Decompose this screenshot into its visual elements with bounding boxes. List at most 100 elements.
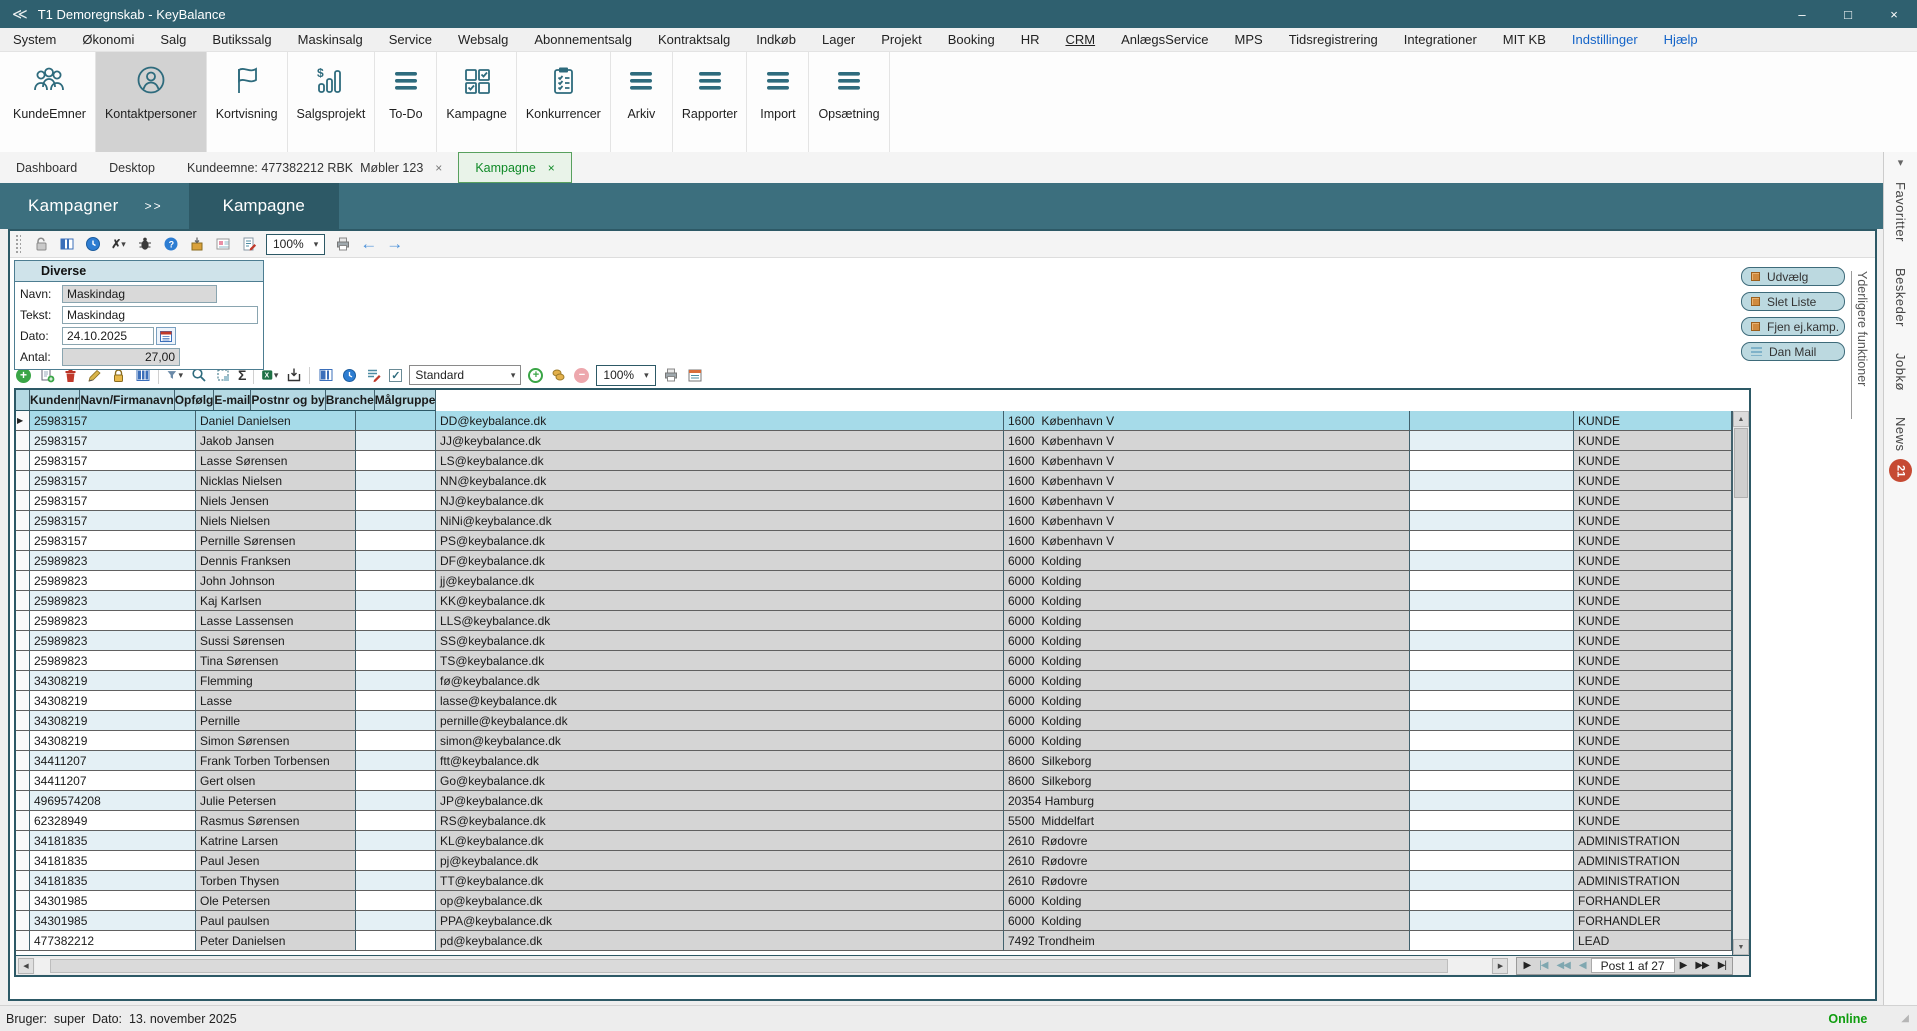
cell-kundenr[interactable]: 34411207 xyxy=(30,771,196,791)
cell-navn[interactable]: Julie Petersen xyxy=(196,791,356,811)
cell-postnr[interactable]: 7492 Trondheim xyxy=(1004,931,1410,951)
ribbon-item-kortvisning[interactable]: Kortvisning xyxy=(207,52,288,152)
cell-kundenr[interactable]: 25989823 xyxy=(30,631,196,651)
table-row[interactable]: ▶ 34181835 Paul Jesen pj@keybalance.dk 2… xyxy=(16,851,1732,871)
side-panel-tab[interactable]: Jobkø xyxy=(1893,353,1908,391)
horizontal-scrollbar[interactable] xyxy=(35,958,1491,974)
columns-compact-icon[interactable] xyxy=(317,367,334,384)
table-row[interactable]: ▶ 477382212 Peter Danielsen pd@keybalanc… xyxy=(16,931,1732,951)
cell-kundenr[interactable]: 25983157 xyxy=(30,511,196,531)
records-coins-icon[interactable] xyxy=(550,367,567,384)
columns-icon[interactable] xyxy=(58,236,75,253)
close-icon[interactable]: × xyxy=(548,161,555,175)
cell-navn[interactable]: John Johnson xyxy=(196,571,356,591)
cell-kundenr[interactable]: 34301985 xyxy=(30,891,196,911)
refresh-clock-icon[interactable] xyxy=(341,367,358,384)
toolbar-grip-handle[interactable] xyxy=(15,234,21,254)
cell-postnr[interactable]: 6000 Kolding xyxy=(1004,911,1410,931)
cell-email[interactable]: LLS@keybalance.dk xyxy=(436,611,1004,631)
row-selector[interactable]: ▶ xyxy=(16,791,30,811)
cell-kundenr[interactable]: 4969574208 xyxy=(30,791,196,811)
cell-opfolg[interactable] xyxy=(356,591,436,611)
cell-kundenr[interactable]: 34308219 xyxy=(30,711,196,731)
badge-card-icon[interactable] xyxy=(214,236,231,253)
close-icon[interactable]: × xyxy=(435,161,442,175)
menu-item[interactable]: Abonnementsalg xyxy=(521,28,645,51)
cell-postnr[interactable]: 1600 København V xyxy=(1004,431,1410,451)
cell-opfolg[interactable] xyxy=(356,631,436,651)
ribbon-item-kontaktpersoner[interactable]: Kontaktpersoner xyxy=(96,52,207,152)
cell-kundenr[interactable]: 34301985 xyxy=(30,911,196,931)
row-selector[interactable]: ▶ xyxy=(16,671,30,691)
column-header[interactable]: Kundenr xyxy=(30,390,80,411)
cell-maalgruppe[interactable]: KUNDE xyxy=(1574,511,1732,531)
cell-email[interactable]: DF@keybalance.dk xyxy=(436,551,1004,571)
grid-zoom-select[interactable]: 100% ▾ xyxy=(596,365,655,386)
cell-maalgruppe[interactable]: KUNDE xyxy=(1574,631,1732,651)
cell-branche[interactable] xyxy=(1410,431,1574,451)
ribbon-item-kampagne[interactable]: Kampagne xyxy=(437,52,516,152)
cell-opfolg[interactable] xyxy=(356,791,436,811)
cell-branche[interactable] xyxy=(1410,591,1574,611)
tab-kundeemne[interactable]: Kundeemne: 477382212 RBK Møbler 123 × xyxy=(171,152,458,183)
row-selector[interactable]: ▶ xyxy=(16,711,30,731)
column-header[interactable]: Navn/Firmanavn xyxy=(80,390,174,411)
cell-branche[interactable] xyxy=(1410,671,1574,691)
row-selector[interactable]: ▶ xyxy=(16,551,30,571)
cell-maalgruppe[interactable]: KUNDE xyxy=(1574,411,1732,431)
cell-email[interactable]: TT@keybalance.dk xyxy=(436,871,1004,891)
ribbon-item-import[interactable]: Import xyxy=(747,52,809,152)
archive-box-icon[interactable] xyxy=(188,236,205,253)
cell-email[interactable]: pernille@keybalance.dk xyxy=(436,711,1004,731)
cell-postnr[interactable]: 6000 Kolding xyxy=(1004,731,1410,751)
cell-maalgruppe[interactable]: KUNDE xyxy=(1574,711,1732,731)
row-selector[interactable]: ▶ xyxy=(16,871,30,891)
cell-branche[interactable] xyxy=(1410,771,1574,791)
cell-kundenr[interactable]: 34411207 xyxy=(30,751,196,771)
cell-postnr[interactable]: 5500 Middelfart xyxy=(1004,811,1410,831)
table-row[interactable]: ▶ 25983157 Niels Nielsen NiNi@keybalance… xyxy=(16,511,1732,531)
cell-opfolg[interactable] xyxy=(356,691,436,711)
export-box-icon[interactable] xyxy=(285,367,302,384)
cell-opfolg[interactable] xyxy=(356,811,436,831)
tekst-field[interactable]: Maskindag xyxy=(62,306,258,324)
cell-maalgruppe[interactable]: KUNDE xyxy=(1574,691,1732,711)
cell-branche[interactable] xyxy=(1410,831,1574,851)
cell-opfolg[interactable] xyxy=(356,711,436,731)
cell-branche[interactable] xyxy=(1410,411,1574,431)
table-row[interactable]: ▶ 25989823 Kaj Karlsen KK@keybalance.dk … xyxy=(16,591,1732,611)
row-selector[interactable]: ▶ xyxy=(16,591,30,611)
cell-maalgruppe[interactable]: KUNDE xyxy=(1574,791,1732,811)
cell-maalgruppe[interactable]: FORHANDLER xyxy=(1574,911,1732,931)
cell-navn[interactable]: Sussi Sørensen xyxy=(196,631,356,651)
cell-maalgruppe[interactable]: ADMINISTRATION xyxy=(1574,851,1732,871)
scroll-down-icon[interactable]: ▼ xyxy=(1733,939,1749,955)
pager-prev-page-icon[interactable]: ◀◀ xyxy=(1552,960,1573,971)
cell-branche[interactable] xyxy=(1410,551,1574,571)
side-panel-tab[interactable]: Favoritter xyxy=(1893,182,1908,242)
cell-postnr[interactable]: 6000 Kolding xyxy=(1004,591,1410,611)
menu-item[interactable]: Websalg xyxy=(445,28,521,51)
cell-email[interactable]: pd@keybalance.dk xyxy=(436,931,1004,951)
tools-icon[interactable]: ✗▾ xyxy=(110,236,127,253)
cell-email[interactable]: DD@keybalance.dk xyxy=(436,411,1004,431)
cell-email[interactable]: RS@keybalance.dk xyxy=(436,811,1004,831)
pager-last-icon[interactable]: ▶| xyxy=(1714,960,1730,971)
cell-email[interactable]: fø@keybalance.dk xyxy=(436,671,1004,691)
tab-desktop[interactable]: Desktop xyxy=(93,152,171,183)
table-row[interactable]: ▶ 34308219 Flemming fø@keybalance.dk 600… xyxy=(16,671,1732,691)
cell-navn[interactable]: Tina Sørensen xyxy=(196,651,356,671)
cell-email[interactable]: PPA@keybalance.dk xyxy=(436,911,1004,931)
table-row[interactable]: ▶ 34181835 Katrine Larsen KL@keybalance.… xyxy=(16,831,1732,851)
cell-navn[interactable]: Jakob Jansen xyxy=(196,431,356,451)
row-selector[interactable]: ▶ xyxy=(16,471,30,491)
cell-branche[interactable] xyxy=(1410,751,1574,771)
cell-opfolg[interactable] xyxy=(356,571,436,591)
cell-opfolg[interactable] xyxy=(356,931,436,951)
row-selector[interactable]: ▶ xyxy=(16,531,30,551)
cell-navn[interactable]: Frank Torben Torbensen xyxy=(196,751,356,771)
checkbox-checked-icon[interactable]: ✓ xyxy=(389,369,402,382)
pager-next-page-icon[interactable]: ▶▶ xyxy=(1691,960,1712,971)
cell-branche[interactable] xyxy=(1410,791,1574,811)
resize-grip-icon[interactable]: ◢ xyxy=(1901,1013,1909,1024)
